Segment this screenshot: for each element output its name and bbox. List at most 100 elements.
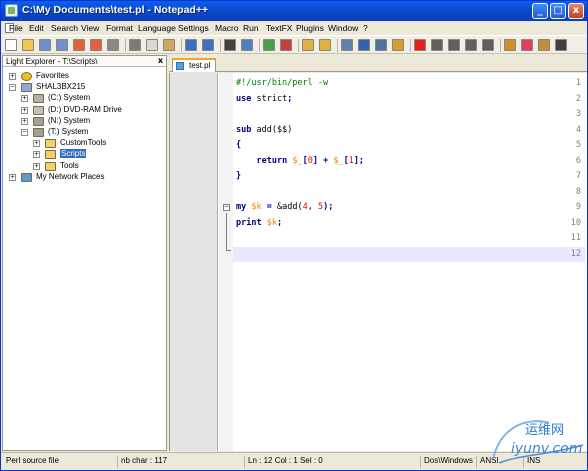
menu-format[interactable]: Format	[106, 23, 133, 33]
new-file-icon[interactable]	[5, 39, 17, 51]
record-macro-icon[interactable]	[414, 39, 426, 51]
menu-macro[interactable]: Macro	[215, 23, 239, 33]
current-line-highlight	[233, 247, 585, 262]
save-icon[interactable]	[39, 39, 51, 51]
notepad-app-icon	[5, 4, 18, 17]
help-icon[interactable]	[555, 39, 567, 51]
expand-icon[interactable]: +	[33, 140, 40, 148]
menu-textfx[interactable]: TextFX	[266, 23, 292, 33]
cut-icon[interactable]	[129, 39, 141, 51]
find-icon[interactable]	[224, 39, 236, 51]
code-line[interactable]: }	[236, 171, 241, 181]
tree-node-label[interactable]: (C:) System	[48, 93, 90, 102]
redo-icon[interactable]	[202, 39, 214, 51]
save-all-icon[interactable]	[56, 39, 68, 51]
tree-node[interactable]: − SHAL3BX215	[3, 82, 163, 93]
code-editor[interactable]: − 1 #!/usr/bin/perl -w 2 use strict; 3 4 sub a…	[169, 73, 587, 451]
copy-icon[interactable]	[146, 39, 158, 51]
disc-drive-icon	[33, 105, 44, 115]
tree-node[interactable]: + (N:) System	[3, 116, 163, 127]
tree-node[interactable]: + (D:) DVD-RAM Drive	[3, 105, 163, 116]
plugin-b-icon[interactable]	[521, 39, 533, 51]
expand-icon[interactable]: +	[21, 106, 28, 114]
panel-close-icon[interactable]: x	[158, 56, 163, 65]
menu-view[interactable]: View	[81, 23, 99, 33]
code-line[interactable]: sub add($$)	[236, 125, 292, 135]
open-file-icon[interactable]	[22, 39, 34, 51]
code-line[interactable]: use strict;	[236, 94, 292, 104]
code-token: $_	[333, 155, 344, 166]
zoom-in-icon[interactable]	[263, 39, 275, 51]
tab-test-pl[interactable]: test.pl	[172, 58, 216, 72]
maximize-button[interactable]: □	[550, 3, 566, 19]
line-number: 4	[575, 124, 581, 135]
tree-node[interactable]: − (T:) System	[3, 127, 163, 138]
menu-settings[interactable]: Settings	[178, 23, 209, 33]
expand-icon[interactable]: +	[9, 173, 16, 181]
menu-search[interactable]: Search	[51, 23, 78, 33]
expand-icon[interactable]: +	[33, 162, 40, 170]
title-bar[interactable]: C:\My Documents\test.pl - Notepad++ _ □ …	[1, 1, 587, 21]
expand-icon[interactable]: +	[9, 73, 16, 80]
close-all-icon[interactable]	[90, 39, 102, 51]
code-line[interactable]: print $k;	[236, 218, 282, 228]
fold-margin[interactable]	[219, 73, 233, 451]
tree-node-label[interactable]: (D:) DVD-RAM Drive	[48, 105, 122, 114]
tree-node[interactable]: + Scripts	[3, 149, 163, 160]
close-window-button[interactable]: x	[568, 3, 584, 19]
sync-horizontal-icon[interactable]	[319, 39, 331, 51]
tree-node[interactable]: + Tools	[3, 161, 163, 172]
print-icon[interactable]	[107, 39, 119, 51]
menu-edit[interactable]: Edit	[29, 23, 44, 33]
collapse-icon[interactable]: −	[21, 129, 28, 136]
indent-guide-icon[interactable]	[375, 39, 387, 51]
menu-plugins[interactable]: Plugins	[296, 23, 324, 33]
code-line[interactable]: #!/usr/bin/perl -w	[236, 78, 328, 88]
play-macro-icon[interactable]	[448, 39, 460, 51]
expand-icon[interactable]: +	[21, 95, 28, 103]
tree-node-label[interactable]: SHAL3BX215	[36, 82, 85, 91]
expand-icon[interactable]: +	[33, 151, 40, 159]
zoom-out-icon[interactable]	[280, 39, 292, 51]
plugin-c-icon[interactable]	[538, 39, 550, 51]
close-file-icon[interactable]	[73, 39, 85, 51]
user-lang-icon[interactable]	[392, 39, 404, 51]
tree-node-label[interactable]: Favorites	[36, 71, 69, 80]
tree-node-label[interactable]: My Network Places	[36, 172, 104, 181]
show-all-chars-icon[interactable]	[358, 39, 370, 51]
tree-node-label[interactable]: CustomTools	[60, 138, 106, 147]
word-wrap-icon[interactable]	[341, 39, 353, 51]
replace-icon[interactable]	[241, 39, 253, 51]
menu-language[interactable]: Language	[138, 23, 176, 33]
menu-file[interactable]: File	[9, 23, 23, 33]
tree-node[interactable]: + My Network Places	[3, 172, 163, 183]
tree-node-label[interactable]: (T:) System	[48, 127, 88, 136]
menu-window[interactable]: Window	[328, 23, 358, 33]
tree-node-label[interactable]: Scripts	[60, 149, 87, 159]
collapse-icon[interactable]: −	[9, 84, 16, 92]
line-number: 1	[575, 78, 581, 88]
expand-icon[interactable]: +	[21, 117, 28, 125]
save-macro-icon[interactable]	[482, 39, 494, 51]
drive-icon	[33, 94, 44, 104]
tree-node[interactable]: + (C:) System	[3, 93, 163, 104]
stop-record-icon[interactable]	[431, 39, 443, 51]
line-number: 5	[575, 140, 581, 150]
code-line[interactable]: {	[236, 140, 241, 150]
tree-node-label[interactable]: Tools	[60, 161, 79, 170]
menu-run[interactable]: Run	[243, 23, 259, 33]
tree-node[interactable]: + Favorites	[3, 71, 163, 82]
code-line[interactable]: return $_[0] + $_[1];	[236, 156, 364, 166]
tree-node-label[interactable]: (N:) System	[48, 116, 90, 125]
menu-help[interactable]: ?	[363, 23, 368, 33]
minimize-button[interactable]: _	[532, 3, 548, 19]
fold-toggle-icon[interactable]: −	[223, 204, 230, 211]
sync-vertical-icon[interactable]	[302, 39, 314, 51]
code-line[interactable]: my $k = &add(4, 5);	[236, 202, 333, 212]
play-multiple-icon[interactable]	[465, 39, 477, 51]
tree-node[interactable]: + CustomTools	[3, 138, 163, 149]
undo-icon[interactable]	[185, 39, 197, 51]
line-number-gutter	[170, 73, 218, 451]
plugin-a-icon[interactable]	[504, 39, 516, 51]
paste-icon[interactable]	[163, 39, 175, 51]
